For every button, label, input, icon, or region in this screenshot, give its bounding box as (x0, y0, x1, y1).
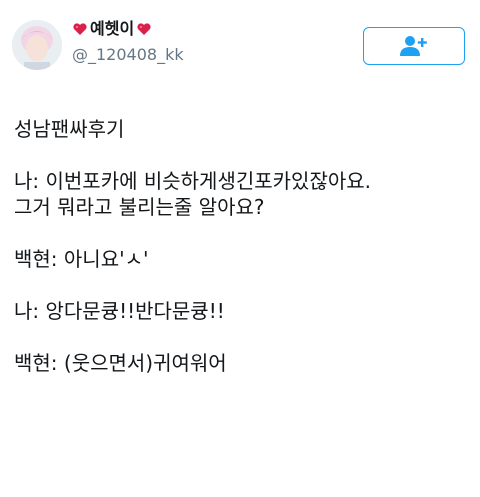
tweet-line: 백현: (웃으면서)귀여워어 (14, 351, 227, 375)
tweet-header: 예헷이 @_120408_kk (0, 0, 480, 90)
heart-icon (73, 23, 87, 35)
tweet-line-gap (14, 272, 470, 298)
follow-button[interactable] (363, 27, 465, 65)
tweet-line-gap (14, 220, 470, 246)
display-name: 예헷이 (90, 19, 135, 38)
tweet-line: 나: 앙다문큥!!반다문큥!! (14, 299, 225, 323)
user-names: 예헷이 @_120408_kk (72, 17, 360, 65)
tweet-line: 그거 뭐라고 불리는줄 알아요? (14, 195, 265, 219)
add-user-icon (400, 36, 427, 56)
heart-icon (137, 23, 151, 35)
display-name-row[interactable]: 예헷이 (72, 17, 360, 41)
tweet-line-gap (14, 324, 470, 350)
tweet-line: 성남팬싸후기 (14, 117, 125, 141)
tweet-line: 나: 이번포카에 비슷하게생긴포카있잖아요. (14, 169, 372, 193)
tweet-line-gap (14, 142, 470, 168)
avatar-image (12, 20, 62, 70)
user-handle[interactable]: @_120408_kk (72, 45, 360, 65)
avatar[interactable] (12, 20, 62, 70)
tweet-text: 성남팬싸후기 나: 이번포카에 비슷하게생긴포카있잖아요. 그거 뭐라고 불리는… (14, 116, 470, 376)
tweet-line: 백현: 아니요'ㅅ' (14, 247, 149, 271)
